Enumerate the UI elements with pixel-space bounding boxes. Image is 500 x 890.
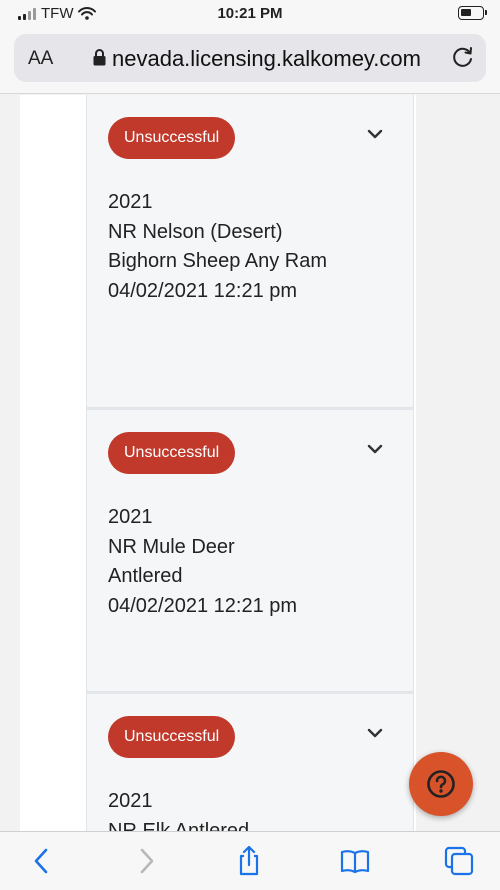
text-size-label: AA <box>28 48 54 69</box>
bookmarks-icon[interactable] <box>340 846 370 876</box>
chevron-down-icon[interactable] <box>367 728 383 738</box>
page-content: Unsuccessful 2021 NR Nelson (Desert) Big… <box>20 95 416 831</box>
result-card: Unsuccessful 2021 NR Mule Deer Antlered … <box>86 408 414 692</box>
result-details: 2021 NR Elk Antlered <box>108 787 328 831</box>
chevron-down-icon[interactable] <box>367 444 383 454</box>
address-bar[interactable]: AA nevada.licensing.kalkomey.com <box>14 34 486 82</box>
chevron-down-icon[interactable] <box>367 129 383 139</box>
text-size-button[interactable]: AA <box>28 48 53 70</box>
help-button[interactable] <box>409 752 473 816</box>
clock: 10:21 PM <box>217 5 283 22</box>
status-bar: TFW 10:21 PM <box>0 0 500 30</box>
share-icon[interactable] <box>234 846 264 876</box>
result-date: 04/02/2021 12:21 pm <box>108 594 298 617</box>
status-badge: Unsuccessful <box>108 117 236 159</box>
result-year: 2021 <box>108 790 153 812</box>
result-details: 2021 NR Nelson (Desert) Bighorn Sheep An… <box>108 188 328 306</box>
url-text[interactable]: nevada.licensing.kalkomey.com <box>112 46 421 72</box>
forward-icon[interactable] <box>131 846 161 876</box>
result-card: Unsuccessful 2021 NR Nelson (Desert) Big… <box>86 95 414 408</box>
result-card: Unsuccessful 2021 NR Elk Antlered <box>86 692 414 831</box>
result-details: 2021 NR Mule Deer Antlered 04/02/2021 12… <box>108 503 297 621</box>
tabs-icon[interactable] <box>444 846 474 876</box>
back-icon[interactable] <box>27 846 57 876</box>
result-year: 2021 <box>108 191 153 213</box>
result-hunt: NR Nelson (Desert) Bighorn Sheep Any Ram <box>108 220 328 273</box>
lock-icon <box>93 49 106 66</box>
result-year: 2021 <box>108 506 153 528</box>
status-badge: Unsuccessful <box>108 716 236 758</box>
results-list: Unsuccessful 2021 NR Nelson (Desert) Big… <box>86 95 414 831</box>
result-hunt: NR Elk Antlered <box>108 819 250 832</box>
reload-icon[interactable] <box>450 44 476 70</box>
status-badge: Unsuccessful <box>108 432 236 474</box>
battery-icon <box>458 6 487 20</box>
browser-address-area: AA nevada.licensing.kalkomey.com <box>0 30 500 94</box>
browser-toolbar <box>0 831 500 890</box>
question-icon <box>427 770 455 798</box>
result-hunt: NR Mule Deer Antlered <box>108 535 235 588</box>
result-date: 04/02/2021 12:21 pm <box>108 279 298 302</box>
